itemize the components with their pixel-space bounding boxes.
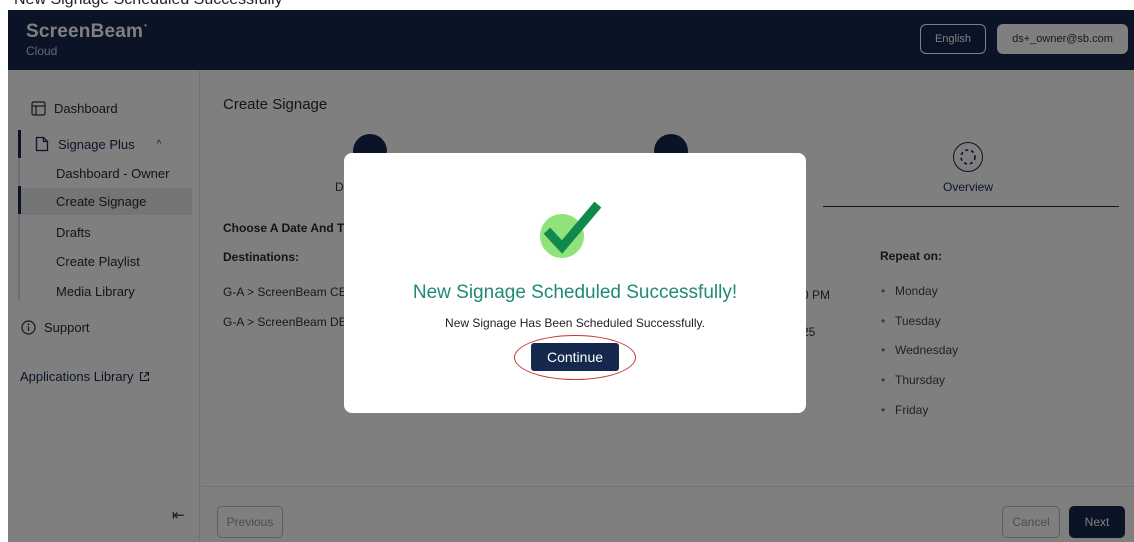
continue-button[interactable]: Continue	[531, 343, 619, 371]
caption-strip: New Signage Scheduled Successfully	[0, 0, 1134, 10]
caption-text: New Signage Scheduled Successfully	[14, 0, 283, 9]
dialog-title: New Signage Scheduled Successfully!	[412, 282, 738, 303]
success-check-icon	[540, 200, 608, 258]
success-dialog: New Signage Scheduled Successfully! New …	[344, 153, 806, 413]
page: New Signage Scheduled Successfully Scree…	[0, 0, 1134, 542]
dialog-message: New Signage Has Been Scheduled Successfu…	[445, 316, 705, 330]
